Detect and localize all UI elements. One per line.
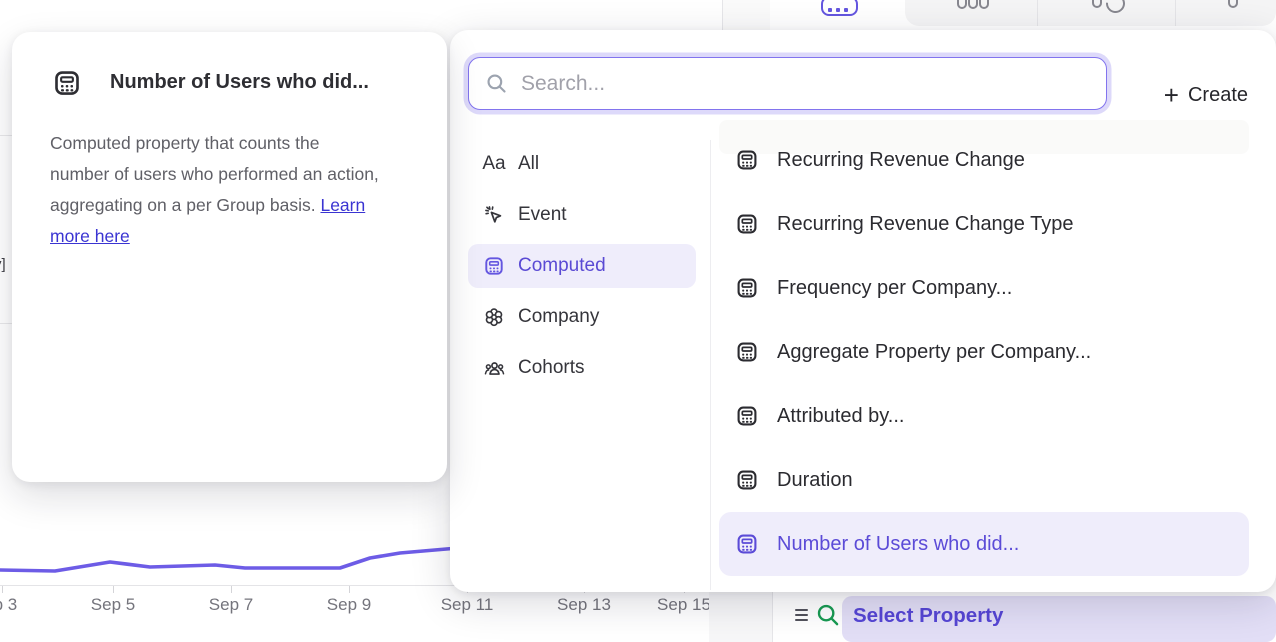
description-line: Computed property that counts the: [50, 133, 319, 153]
category-label: Computed: [518, 255, 606, 277]
panel-gutter: [709, 588, 772, 642]
x-axis-label: Sep 13: [557, 595, 611, 615]
background-divider: [0, 135, 12, 136]
result-label: Recurring Revenue Change: [777, 149, 1025, 172]
category-label: Company: [518, 306, 599, 328]
drag-handle-icon[interactable]: [795, 609, 808, 621]
background-divider: [0, 323, 12, 324]
result-label: Frequency per Company...: [777, 277, 1012, 300]
result-label: Attributed by...: [777, 405, 904, 428]
calculator-icon: [735, 340, 759, 364]
results-list: Recurring Revenue Change Recurring Reven…: [719, 128, 1249, 576]
calculator-icon: [482, 255, 506, 277]
people-group-icon: [482, 357, 506, 380]
calculator-icon: [735, 212, 759, 236]
metric-tab-icon[interactable]: [821, 0, 858, 16]
category-list: Aa All Event Computed Company: [468, 142, 696, 397]
create-button-label: Create: [1188, 84, 1248, 107]
property-tooltip-card: Number of Users who did... Computed prop…: [12, 32, 447, 482]
description-line: aggregating on a per Group basis.: [50, 195, 316, 215]
category-label: Cohorts: [518, 357, 585, 379]
app-screen: y] Sep 3 Sep 5 Sep 7 Sep 9 Sep 11 Sep 13…: [0, 0, 1276, 642]
cursor-spark-icon: [482, 204, 506, 226]
property-picker-panel: Search... + Create Aa All Event Computed: [450, 30, 1276, 592]
result-aggregate-property-per-company[interactable]: Aggregate Property per Company...: [719, 320, 1249, 384]
panel-gutter: [723, 0, 770, 30]
result-number-of-users-who-did[interactable]: Number of Users who did...: [719, 512, 1249, 576]
panel-divider: [772, 592, 773, 642]
list-divider: [710, 140, 711, 590]
calculator-icon: [735, 148, 759, 172]
calculator-icon: [735, 276, 759, 300]
chart-line: [0, 548, 458, 571]
category-computed[interactable]: Computed: [468, 244, 696, 288]
tab-divider: [1175, 0, 1176, 26]
tooltip-description: Computed property that counts the number…: [50, 128, 398, 252]
calculator-icon: [735, 532, 759, 556]
x-axis-label: Sep 3: [0, 595, 17, 615]
result-label: Number of Users who did...: [777, 533, 1019, 556]
axis-tick: [231, 586, 232, 593]
x-axis-label: Sep 7: [209, 595, 253, 615]
calculator-icon: [735, 468, 759, 492]
search-placeholder: Search...: [521, 72, 605, 96]
text-aa-icon: Aa: [482, 153, 506, 175]
axis-tick: [113, 586, 114, 593]
result-duration[interactable]: Duration: [719, 448, 1249, 512]
result-label: Aggregate Property per Company...: [777, 341, 1091, 364]
search-input[interactable]: Search...: [468, 57, 1107, 110]
create-button[interactable]: + Create: [1164, 82, 1248, 108]
x-axis-label: Sep 5: [91, 595, 135, 615]
result-label: Duration: [777, 469, 853, 492]
result-recurring-revenue-change[interactable]: Recurring Revenue Change: [719, 128, 1249, 192]
tooltip-title: Number of Users who did...: [110, 71, 369, 94]
calculator-icon: [735, 404, 759, 428]
category-all[interactable]: Aa All: [468, 142, 696, 186]
x-axis-label: Sep 9: [327, 595, 371, 615]
result-recurring-revenue-change-type[interactable]: Recurring Revenue Change Type: [719, 192, 1249, 256]
calculator-icon: [52, 68, 82, 98]
category-event[interactable]: Event: [468, 193, 696, 237]
axis-tick: [2, 586, 3, 593]
clipped-background-text: y]: [0, 256, 6, 273]
select-property-label[interactable]: Select Property: [853, 604, 1003, 628]
tab-divider: [1037, 0, 1038, 26]
company-bloom-icon: [482, 306, 506, 328]
description-line: number of users who performed an action,: [50, 164, 379, 184]
category-label: All: [518, 153, 539, 175]
category-company[interactable]: Company: [468, 295, 696, 339]
category-cohorts[interactable]: Cohorts: [468, 346, 696, 390]
property-search-icon[interactable]: [815, 602, 841, 628]
x-axis-label: Sep 15: [657, 595, 711, 615]
search-icon: [485, 72, 508, 95]
axis-tick: [349, 586, 350, 593]
result-frequency-per-company[interactable]: Frequency per Company...: [719, 256, 1249, 320]
category-label: Event: [518, 204, 567, 226]
x-axis-label: Sep 11: [441, 595, 494, 615]
result-attributed-by[interactable]: Attributed by...: [719, 384, 1249, 448]
result-label: Recurring Revenue Change Type: [777, 213, 1073, 236]
plus-icon: +: [1164, 82, 1179, 108]
